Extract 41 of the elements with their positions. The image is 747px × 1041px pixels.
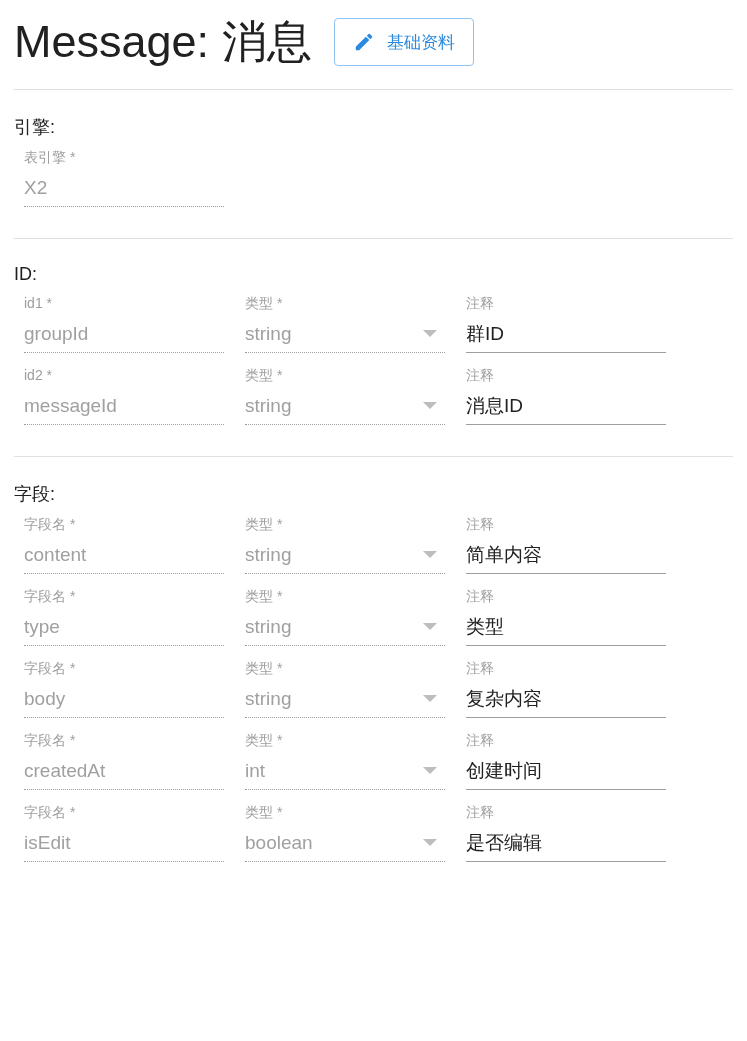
input-field[interactable]: 复杂内容 bbox=[466, 680, 666, 718]
input-field[interactable]: 消息ID bbox=[466, 387, 666, 425]
caret-icon bbox=[423, 839, 437, 846]
field-label: 注释 bbox=[466, 660, 495, 678]
input-field[interactable]: 简单内容 bbox=[466, 536, 666, 574]
field-label: 注释 bbox=[466, 516, 495, 534]
section-heading: 字段: bbox=[14, 483, 56, 506]
field-label: 字段名 * bbox=[24, 804, 77, 822]
caret-icon bbox=[423, 330, 437, 337]
caret-icon bbox=[423, 551, 437, 558]
page-title: Message: 消息 bbox=[14, 15, 312, 69]
field-label: 注释 bbox=[466, 732, 495, 750]
field-label: 注释 bbox=[466, 588, 495, 606]
field-label: 表引擎 * bbox=[24, 149, 77, 167]
field-label: 类型 * bbox=[245, 732, 284, 750]
field-label: 字段名 * bbox=[24, 588, 77, 606]
field-label: 字段名 * bbox=[24, 516, 77, 534]
caret-icon bbox=[423, 695, 437, 702]
field-label: 注释 bbox=[466, 295, 495, 313]
field-label: 字段名 * bbox=[24, 732, 77, 750]
field-label: 类型 * bbox=[245, 516, 284, 534]
input-field[interactable]: 创建时间 bbox=[466, 752, 666, 790]
field-label: 字段名 * bbox=[24, 660, 77, 678]
field-label: 注释 bbox=[466, 804, 495, 822]
field-label: 类型 * bbox=[245, 588, 284, 606]
field-label: id1 * bbox=[24, 295, 54, 313]
input-field[interactable]: 群ID bbox=[466, 315, 666, 353]
field-label: 类型 * bbox=[245, 804, 284, 822]
field-label: id2 * bbox=[24, 367, 54, 385]
field-label: 类型 * bbox=[245, 660, 284, 678]
caret-icon bbox=[423, 767, 437, 774]
input-field[interactable]: 类型 bbox=[466, 608, 666, 646]
input-field[interactable]: 是否编辑 bbox=[466, 824, 666, 862]
caret-icon bbox=[423, 402, 437, 409]
section-heading: 引擎: bbox=[14, 116, 56, 139]
field-label: 类型 * bbox=[245, 367, 284, 385]
caret-icon bbox=[423, 623, 437, 630]
field-label: 注释 bbox=[466, 367, 495, 385]
field-label: 类型 * bbox=[245, 295, 284, 313]
section-heading: ID: bbox=[14, 264, 38, 285]
edit-button[interactable]: 基础资料 bbox=[333, 18, 474, 66]
